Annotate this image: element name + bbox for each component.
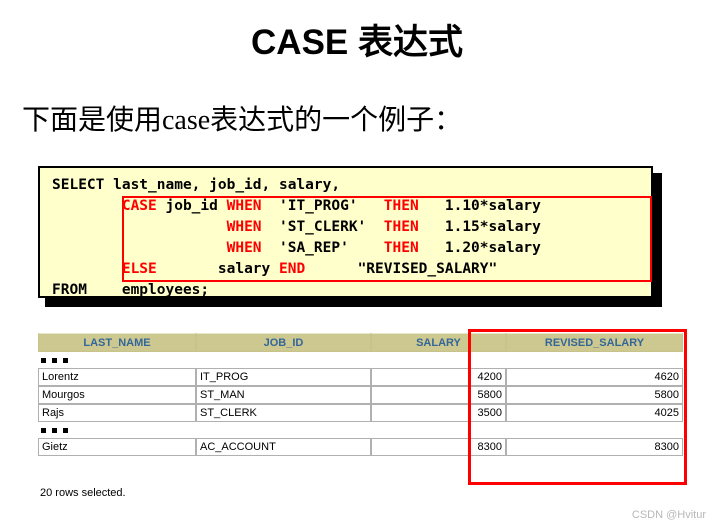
sql-text: 'SA_REP' <box>261 240 384 256</box>
cell-job-id: ST_CLERK <box>196 404 371 422</box>
cell-last-name: Rajs <box>38 404 196 422</box>
sql-text: 1.20*salary <box>418 240 541 256</box>
sql-keyword: THEN <box>383 198 419 214</box>
sql-keyword: CASE <box>121 198 157 214</box>
table-row-group-first: Lorentz IT_PROG 4200 4620 Mourgos ST_MAN 5800 5… <box>38 368 683 422</box>
sql-keyword: END <box>278 261 306 277</box>
code-line-3: WHEN 'ST_CLERK' THEN 1.15*salary <box>52 216 541 238</box>
code-line-1: SELECT last_name, job_id, salary, <box>52 174 340 196</box>
sql-code-block: SELECT last_name, job_id, salary, CASE j… <box>38 166 653 298</box>
sql-keyword: THEN <box>383 240 419 256</box>
cell-job-id: AC_ACCOUNT <box>196 438 371 456</box>
table-row[interactable]: Gietz AC_ACCOUNT 8300 8300 <box>38 438 683 456</box>
cell-salary: 8300 <box>371 438 506 456</box>
column-header-salary: SALARY <box>371 333 506 352</box>
square-bullet-icon <box>63 357 68 363</box>
sql-keyword: THEN <box>383 219 419 235</box>
ellipsis-marker-bottom <box>38 422 683 438</box>
cell-revised-salary: 4620 <box>506 368 683 386</box>
column-header-revised-salary: REVISED_SALARY <box>506 333 683 352</box>
table-row-group-last: Gietz AC_ACCOUNT 8300 8300 <box>38 438 683 456</box>
sql-text: salary <box>156 261 279 277</box>
cell-last-name: Gietz <box>38 438 196 456</box>
sql-text: FROM employees; <box>52 282 210 298</box>
cell-revised-salary: 4025 <box>506 404 683 422</box>
table-row[interactable]: Rajs ST_CLERK 3500 4025 <box>38 404 683 422</box>
sql-text: "REVISED_SALARY" <box>305 261 498 277</box>
code-line-2: CASE job_id WHEN 'IT_PROG' THEN 1.10*sal… <box>52 195 541 217</box>
cell-revised-salary: 5800 <box>506 386 683 404</box>
square-bullet-icon <box>52 357 57 363</box>
cell-last-name: Mourgos <box>38 386 196 404</box>
square-bullet-icon <box>52 427 57 433</box>
sql-keyword: WHEN <box>226 219 262 235</box>
watermark: CSDN @Hvitur <box>631 509 706 521</box>
cell-job-id: ST_MAN <box>196 386 371 404</box>
table-row[interactable]: Lorentz IT_PROG 4200 4620 <box>38 368 683 386</box>
rows-selected-status: 20 rows selected. <box>40 487 126 499</box>
table-header-row: LAST_NAME JOB_ID SALARY REVISED_SALARY <box>38 333 683 352</box>
sql-keyword: ELSE <box>121 261 157 277</box>
slide-subtitle: 下面是使用case表达式的一个例子： <box>22 105 463 136</box>
code-line-4: WHEN 'SA_REP' THEN 1.20*salary <box>52 237 541 259</box>
sql-text: job_id <box>156 198 227 214</box>
column-header-last-name: LAST_NAME <box>38 333 196 352</box>
table-row[interactable]: Mourgos ST_MAN 5800 5800 <box>38 386 683 404</box>
sql-text: 'ST_CLERK' <box>261 219 384 235</box>
sql-keyword: WHEN <box>226 198 262 214</box>
square-bullet-icon <box>41 357 46 363</box>
sql-text: 1.10*salary <box>418 198 541 214</box>
cell-salary: 4200 <box>371 368 506 386</box>
sql-code-text: SELECT last_name, job_id, salary, CASE j… <box>40 168 651 296</box>
column-header-job-id: JOB_ID <box>196 333 371 352</box>
cell-salary: 5800 <box>371 386 506 404</box>
cell-last-name: Lorentz <box>38 368 196 386</box>
sql-text: SELECT last_name, job_id, salary, <box>52 177 341 193</box>
square-bullet-icon <box>41 427 46 433</box>
cell-salary: 3500 <box>371 404 506 422</box>
code-line-6: FROM employees; <box>52 279 210 298</box>
query-results-table: LAST_NAME JOB_ID SALARY REVISED_SALARY L… <box>38 333 683 456</box>
cell-job-id: IT_PROG <box>196 368 371 386</box>
square-bullet-icon <box>63 427 68 433</box>
ellipsis-marker-top <box>38 352 683 368</box>
sql-keyword: WHEN <box>226 240 262 256</box>
sql-text: 1.15*salary <box>418 219 541 235</box>
sql-text: 'IT_PROG' <box>261 198 384 214</box>
cell-revised-salary: 8300 <box>506 438 683 456</box>
code-line-5: ELSE salary END "REVISED_SALARY" <box>52 258 497 280</box>
page-title: CASE 表达式 <box>251 23 463 62</box>
